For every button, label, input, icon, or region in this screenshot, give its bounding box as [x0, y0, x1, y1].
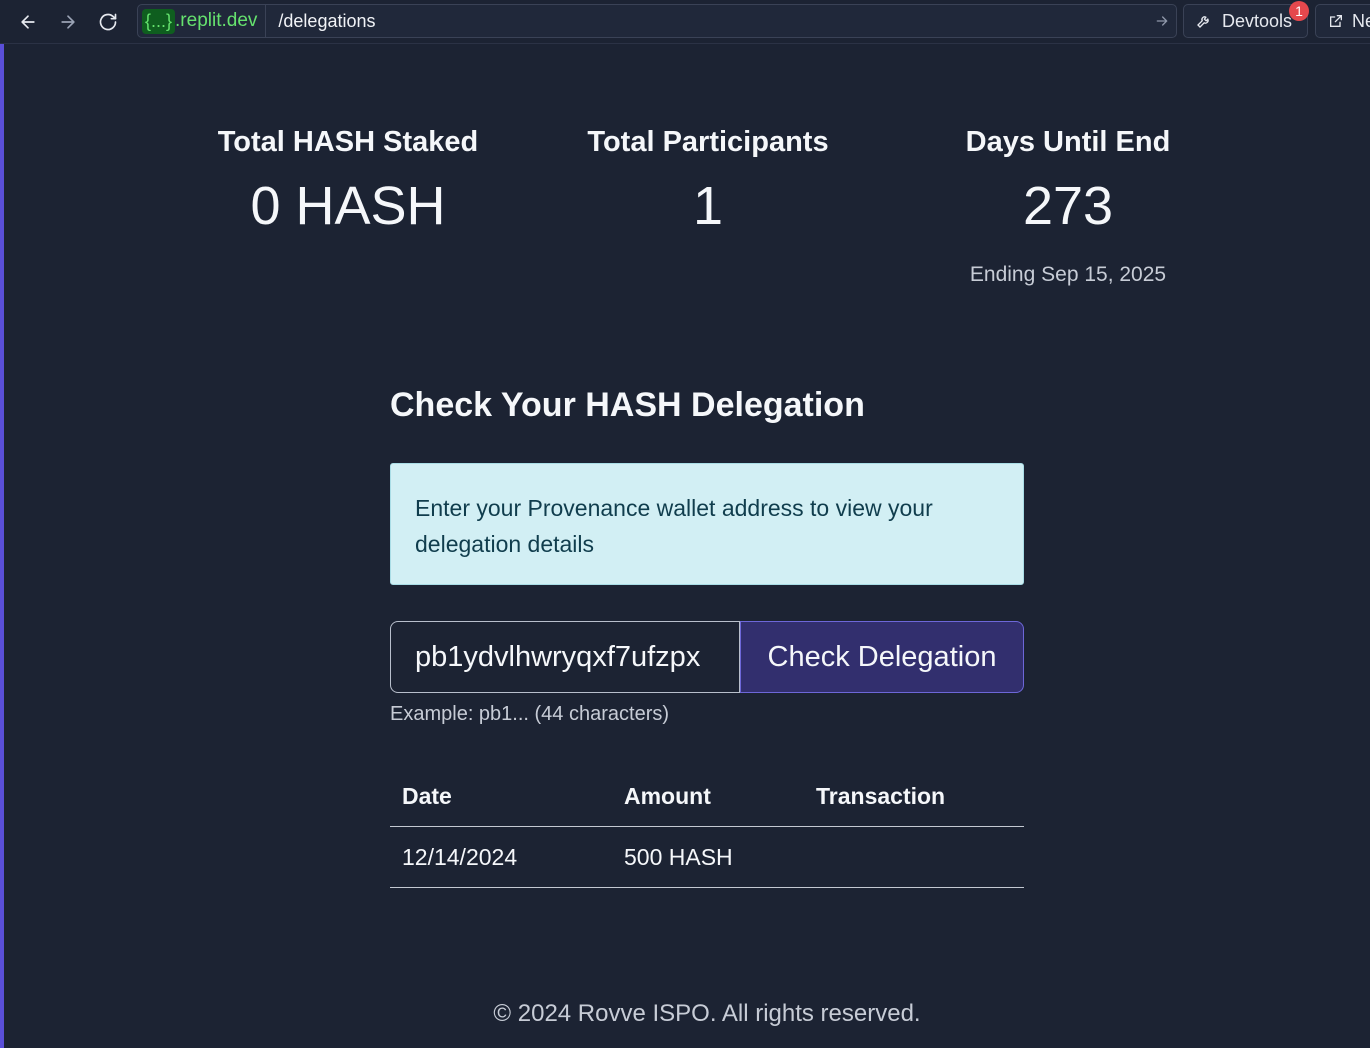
back-button[interactable] [8, 2, 48, 42]
stat-total-participants: Total Participants 1 [528, 126, 888, 287]
stat-days-until-end: Days Until End 273 Ending Sep 15, 2025 [888, 126, 1248, 287]
open-new-tab-button[interactable]: Ne [1315, 4, 1370, 38]
delegations-table: Date Amount Transaction 12/14/2024 500 H… [390, 766, 1024, 888]
info-alert: Enter your Provenance wallet address to … [390, 463, 1024, 585]
go-icon[interactable] [1148, 13, 1176, 29]
url-path: /delegations [278, 10, 376, 31]
column-header-date: Date [390, 766, 612, 827]
footer-copyright: © 2024 Rovve ISPO. All rights reserved. [493, 1000, 921, 1027]
reload-icon [99, 13, 117, 30]
cell-date: 12/14/2024 [390, 826, 612, 888]
table-row: 12/14/2024 500 HASH [390, 826, 1024, 888]
notification-badge: 1 [1289, 1, 1309, 21]
wrench-icon [1197, 16, 1209, 28]
devtools-button[interactable]: Devtools 1 [1183, 1, 1309, 38]
cell-amount: 500 HASH [612, 826, 804, 888]
table-header-row: Date Amount Transaction [390, 766, 1024, 827]
stat-total-staked: Total HASH Staked 0 HASH [168, 126, 528, 287]
stats-row: Total HASH Staked 0 HASH Total Participa… [168, 126, 1248, 287]
new-tab-label: Ne [1352, 10, 1370, 31]
stat-value: 1 [692, 176, 724, 236]
stat-value: 273 [1022, 176, 1114, 236]
section-title: Check Your HASH Delegation [390, 386, 865, 424]
devtools-label: Devtools [1222, 10, 1293, 31]
stat-label: Total Participants [587, 126, 829, 158]
stat-value: 0 HASH [250, 176, 446, 236]
cell-transaction [804, 826, 1024, 888]
wallet-address-input[interactable] [390, 621, 740, 693]
browser-toolbar: {...} .replit.dev /delegations Devtools 1… [0, 0, 1370, 44]
arrow-left-icon [21, 14, 35, 29]
input-hint: Example: pb1... (44 characters) [390, 703, 670, 725]
forward-button[interactable] [48, 2, 88, 42]
stat-label: Total HASH Staked [217, 126, 479, 158]
url-host-braces: {...} [142, 8, 176, 34]
reload-button[interactable] [88, 2, 128, 42]
address-form: Check Delegation [390, 621, 1024, 693]
column-header-transaction: Transaction [804, 766, 1024, 827]
check-delegation-button[interactable]: Check Delegation [740, 621, 1024, 693]
left-accent-bar [0, 44, 4, 1048]
external-link-icon [1330, 15, 1342, 27]
url-host: {...} .replit.dev [138, 5, 267, 37]
stat-label: Days Until End [965, 126, 1171, 158]
arrow-right-icon [61, 14, 75, 29]
url-host-domain: .replit.dev [175, 10, 258, 31]
stat-end-date: Ending Sep 15, 2025 [969, 263, 1167, 286]
column-header-amount: Amount [612, 766, 804, 827]
address-bar[interactable]: {...} .replit.dev /delegations [137, 4, 1177, 38]
